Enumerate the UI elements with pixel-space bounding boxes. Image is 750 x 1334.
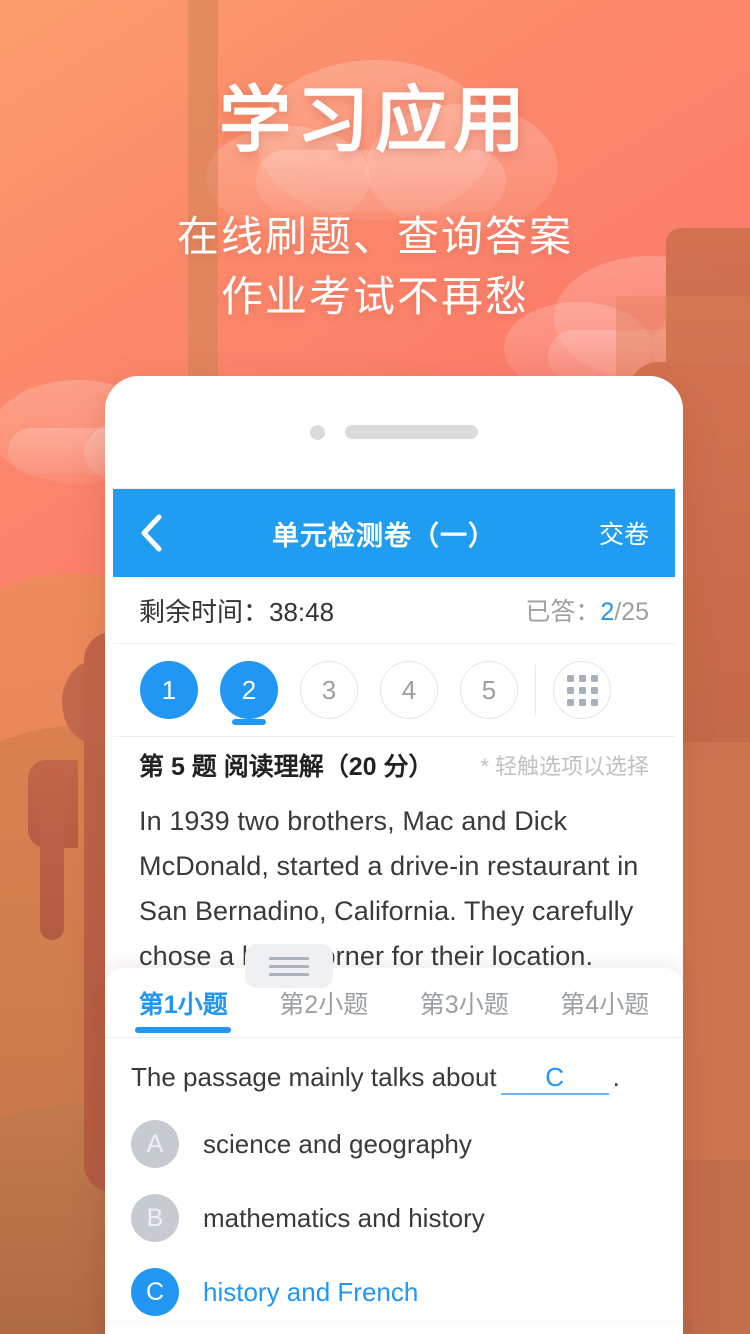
- option-letter-badge: B: [131, 1194, 179, 1242]
- option-label: science and geography: [203, 1128, 472, 1159]
- option-letter-badge: A: [131, 1120, 179, 1168]
- promo-headline: 学习应用 在线刷题、查询答案 作业考试不再愁: [0, 0, 750, 326]
- camera-icon: [310, 424, 325, 440]
- answer-sheet-panel: 第1小题 第2小题 第3小题 第4小题 The passage mainly t…: [105, 968, 683, 1320]
- promo-subtitle-line-2: 作业考试不再愁: [220, 272, 529, 320]
- pager-item-2[interactable]: 2: [209, 644, 289, 737]
- tab-sub-question-4[interactable]: 第4小题: [535, 985, 676, 1037]
- question-pager: 1 2 3 4 5: [113, 644, 675, 737]
- question-grid-button[interactable]: [542, 644, 622, 737]
- option-label: history and French: [203, 1276, 419, 1307]
- pager-item-5[interactable]: 5: [449, 644, 529, 737]
- submit-exam-button[interactable]: 交卷: [599, 515, 675, 551]
- grid-menu-icon: [553, 661, 611, 719]
- pager-badge: 1: [140, 661, 198, 719]
- pager-active-indicator: [232, 718, 266, 725]
- stem-suffix: .: [612, 1062, 620, 1092]
- pager-divider: [535, 665, 536, 715]
- stem-prefix: The passage mainly talks about: [131, 1062, 497, 1092]
- selection-hint: * 轻触选项以选择: [480, 754, 649, 779]
- promo-screenshot: 学习应用 在线刷题、查询答案 作业考试不再愁 单元检测卷（一） 交卷 剩余时间：…: [0, 0, 750, 1334]
- chevron-left-icon: [140, 514, 162, 552]
- option-c[interactable]: C history and French: [131, 1255, 657, 1320]
- answer-blank[interactable]: C: [500, 1062, 609, 1095]
- phone-earpiece-area: [105, 376, 683, 488]
- pager-badge: 5: [460, 661, 518, 719]
- exam-status-bar: 剩余时间：38:48 已答：2/25: [113, 577, 675, 644]
- page-title: 学习应用: [218, 81, 531, 161]
- pager-item-3[interactable]: 3: [289, 644, 369, 737]
- option-a[interactable]: A science and geography: [131, 1107, 657, 1181]
- drag-handle-icon[interactable]: [245, 944, 333, 988]
- exam-title: 单元检测卷（一）: [271, 520, 496, 551]
- option-list: A science and geography B mathematics an…: [105, 1099, 683, 1320]
- pager-badge: 4: [380, 661, 438, 719]
- pager-badge: 3: [300, 661, 358, 719]
- tab-sub-question-1[interactable]: 第1小题: [113, 985, 254, 1037]
- option-b[interactable]: B mathematics and history: [131, 1181, 657, 1255]
- tab-sub-question-3[interactable]: 第3小题: [394, 985, 535, 1037]
- question-meta: 第 5 题 阅读理解（20 分） * 轻触选项以选择: [113, 737, 675, 793]
- tab-sub-question-2[interactable]: 第2小题: [254, 985, 395, 1037]
- answered-count: 2: [600, 598, 615, 626]
- pager-item-1[interactable]: 1: [129, 644, 209, 737]
- app-navbar: 单元检测卷（一） 交卷: [113, 489, 675, 577]
- pager-badge: 2: [220, 661, 278, 719]
- option-letter-badge: C: [131, 1268, 179, 1316]
- sub-question-stem: The passage mainly talks about C .: [105, 1038, 683, 1099]
- sub-question-tabs: 第1小题 第2小题 第3小题 第4小题: [105, 968, 683, 1038]
- remaining-time-label: 剩余时间：38:48: [139, 596, 335, 627]
- promo-subtitle-line-1: 在线刷题、查询答案: [176, 213, 573, 261]
- speaker-grille-icon: [345, 425, 478, 439]
- answered-prefix: 已答：: [525, 598, 601, 626]
- question-heading: 第 5 题 阅读理解（20 分）: [139, 753, 434, 781]
- option-label: mathematics and history: [203, 1202, 485, 1233]
- answered-total: /25: [614, 598, 649, 626]
- answered-counter: 已答：2/25: [525, 592, 649, 628]
- pager-item-4[interactable]: 4: [369, 644, 449, 737]
